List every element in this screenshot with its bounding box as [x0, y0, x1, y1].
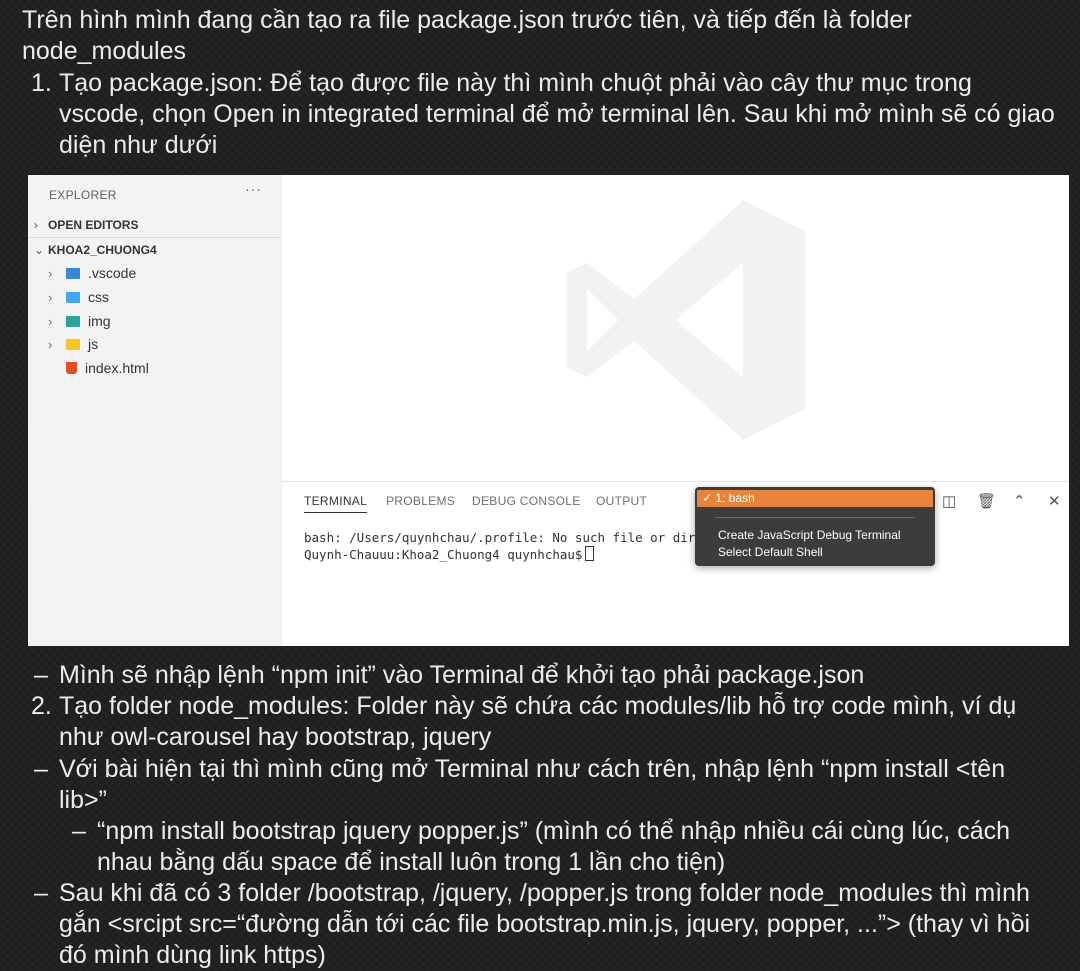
terminal-panel: TERMINAL PROBLEMS DEBUG CONSOLE OUTPUT ◫… [282, 481, 1069, 646]
close-icon[interactable]: ✕ [1048, 492, 1061, 510]
explorer-title: EXPLORER [49, 188, 117, 202]
dash-bullet: – [34, 755, 48, 783]
check-icon: ✓ [702, 491, 716, 505]
chevron-right-icon: › [48, 337, 53, 352]
terminal-prompt: Quynh-Chauuu:Khoa2_Chuong4 quynhchau$ [304, 547, 583, 562]
tree-item-index-html[interactable]: index.html [48, 357, 149, 379]
project-label: KHOA2_CHUONG4 [48, 243, 157, 257]
step1-line-3: diện như dưới [59, 131, 218, 159]
chevron-down-icon: ⌄ [34, 243, 45, 257]
js-folder-icon [66, 339, 80, 350]
step2-line-1: Tạo folder node_modules: Folder này sẽ c… [59, 692, 1017, 720]
sub-note-line-2: nhau bằng dấu space để install luôn tron… [97, 848, 726, 876]
tree-item-vscode[interactable]: › .vscode [48, 262, 136, 284]
tree-item-label: index.html [85, 360, 149, 376]
explorer-sidebar: EXPLORER ··· › OPEN EDITORS ⌄ KHOA2_CHUONG… [28, 175, 282, 646]
note-script-line-1: Sau khi đã có 3 folder /bootstrap, /jque… [59, 879, 1030, 907]
tab-debug-console[interactable]: DEBUG CONSOLE [472, 494, 581, 508]
chevron-right-icon: › [48, 266, 53, 281]
editor-area [282, 175, 1069, 481]
terminal-line-1: bash: /Users/quynhchau/.profile: No such… [304, 530, 696, 545]
step1-line-2: vscode, chọn Open in integrated terminal… [59, 100, 1055, 128]
tree-item-img[interactable]: › img [48, 310, 111, 332]
vscode-logo-watermark-icon [566, 200, 806, 440]
open-editors-label: OPEN EDITORS [48, 218, 139, 232]
dropdown-option-default-shell[interactable]: Select Default Shell [718, 545, 823, 559]
chevron-right-icon: › [48, 290, 53, 305]
vscode-folder-icon [66, 268, 80, 279]
image-folder-icon [66, 316, 80, 327]
split-terminal-icon[interactable]: ◫ [942, 492, 956, 510]
note-npm-install-line-1: Với bài hiện tại thì mình cũng mở Termin… [59, 755, 1006, 783]
terminal-line-2[interactable]: Quynh-Chauuu:Khoa2_Chuong4 quynhchau$ [304, 546, 595, 562]
note-npm-init: Mình sẽ nhập lệnh “npm init” vào Termina… [59, 661, 865, 689]
dash-bullet: – [72, 817, 86, 845]
tab-terminal[interactable]: TERMINAL [304, 494, 368, 513]
sub-note-line-1: “npm install bootstrap jquery popper.js”… [97, 817, 1011, 845]
section-divider [28, 237, 282, 238]
tree-item-css[interactable]: › css [48, 286, 109, 308]
intro-line-1: Trên hình mình đang cần tạo ra file pack… [22, 6, 912, 34]
html5-icon [66, 362, 77, 374]
intro-line-2: node_modules [22, 37, 187, 65]
chevron-right-icon: › [34, 218, 38, 232]
tree-item-label: .vscode [88, 265, 137, 281]
tab-problems[interactable]: PROBLEMS [386, 494, 455, 508]
note-npm-install-line-2: lib>” [59, 786, 107, 814]
more-actions-icon[interactable]: ··· [245, 181, 262, 197]
tree-item-js[interactable]: › js [48, 333, 98, 355]
terminal-select-dropdown[interactable]: ✓ 1: bash Create JavaScript Debug Termin… [695, 487, 935, 566]
chevron-up-icon[interactable]: ⌃ [1013, 492, 1026, 510]
trash-icon[interactable]: 🗑 [977, 492, 996, 510]
vscode-screenshot: EXPLORER ··· › OPEN EDITORS ⌄ KHOA2_CHUONG… [28, 175, 1069, 646]
step1-line-1: Tạo package.json: Để tạo được file này t… [59, 69, 972, 97]
dash-bullet: – [34, 661, 48, 689]
terminal-cursor [585, 546, 595, 561]
dropdown-selected-label: 1: bash [715, 491, 755, 505]
dropdown-selected-option[interactable]: ✓ 1: bash [697, 490, 933, 507]
open-editors-section[interactable]: › OPEN EDITORS [34, 218, 138, 232]
dropdown-option-debug-terminal[interactable]: Create JavaScript Debug Terminal [718, 528, 901, 542]
tree-item-label: js [88, 336, 99, 352]
project-section[interactable]: ⌄ KHOA2_CHUONG4 [34, 243, 157, 257]
dash-bullet: – [34, 879, 48, 907]
note-script-line-3: đó mình dùng link https) [59, 941, 326, 969]
dropdown-separator [715, 517, 915, 518]
step2-number: 2. [31, 692, 52, 720]
step2-line-2: như owl-carousel hay bootstrap, jquery [59, 723, 492, 751]
chevron-right-icon: › [48, 314, 53, 329]
note-script-line-2: gắn <srcipt src=“đường dẫn tới các file … [59, 910, 1031, 938]
tree-item-label: css [88, 289, 109, 305]
css-folder-icon [66, 292, 80, 303]
tree-item-label: img [88, 313, 111, 329]
step1-number: 1. [31, 69, 52, 97]
tab-output[interactable]: OUTPUT [596, 494, 647, 508]
